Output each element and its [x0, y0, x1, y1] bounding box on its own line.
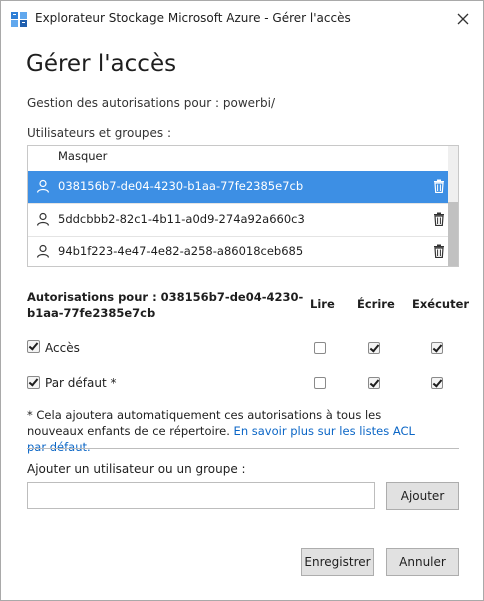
close-button[interactable] [449, 7, 477, 31]
access-write-checkbox[interactable] [368, 342, 380, 354]
manage-access-dialog: Explorateur Stockage Microsoft Azure - G… [0, 0, 484, 601]
window-title: Explorateur Stockage Microsoft Azure - G… [35, 11, 351, 25]
default-read-checkbox[interactable] [314, 377, 326, 389]
user-icon [36, 244, 50, 258]
user-id: 038156b7-de04-4230-b1aa-77fe2385e7cb [58, 179, 304, 193]
section-divider [27, 448, 459, 449]
default-enabled-checkbox[interactable] [27, 376, 40, 389]
azure-storage-explorer-icon [11, 12, 27, 27]
list-item-user-3[interactable]: 94b1f223-4e47-4e82-a258-a86018ceb685 [28, 236, 448, 266]
scrollbar-thumb[interactable] [448, 202, 458, 266]
page-title: Gérer l'accès [26, 51, 177, 77]
list-header-hide[interactable]: Masquer [58, 149, 107, 163]
access-execute-checkbox[interactable] [431, 342, 443, 354]
trash-icon[interactable] [433, 244, 445, 258]
add-button[interactable]: Ajouter [386, 482, 459, 510]
user-id: 5ddcbbb2-82c1-4b11-a0d9-274a92a660c3 [58, 212, 305, 226]
permissions-path-label: Gestion des autorisations pour : powerbi… [27, 96, 275, 110]
default-write-checkbox[interactable] [368, 377, 380, 389]
column-read: Lire [310, 297, 335, 311]
column-execute: Exécuter [412, 297, 470, 311]
default-execute-checkbox[interactable] [431, 377, 443, 389]
user-id: 94b1f223-4e47-4e82-a258-a86018ceb685 [58, 244, 304, 258]
add-user-input[interactable] [27, 482, 375, 509]
list-item-user-1[interactable]: 038156b7-de04-4230-b1aa-77fe2385e7cb [28, 171, 448, 203]
trash-icon[interactable] [433, 179, 445, 193]
title-bar: Explorateur Stockage Microsoft Azure - G… [1, 1, 483, 37]
access-read-checkbox[interactable] [314, 342, 326, 354]
users-groups-label: Utilisateurs et groupes : [27, 126, 172, 140]
save-button[interactable]: Enregistrer [301, 548, 374, 576]
permissions-title: Autorisations pour : 038156b7-de04-4230-… [27, 290, 304, 320]
user-icon [36, 179, 50, 193]
column-write: Écrire [357, 297, 395, 311]
cancel-button[interactable]: Annuler [386, 548, 459, 576]
access-enabled-checkbox[interactable] [27, 340, 40, 353]
user-icon [36, 212, 50, 226]
trash-icon[interactable] [433, 212, 445, 226]
default-label: Par défaut * [45, 376, 117, 390]
close-icon [457, 13, 469, 25]
users-groups-list: Masquer 038156b7-de04-4230-b1aa-77fe2385… [27, 145, 459, 267]
access-label: Accès [45, 341, 80, 355]
list-item-user-2[interactable]: 5ddcbbb2-82c1-4b11-a0d9-274a92a660c3 [28, 204, 448, 236]
add-user-label: Ajouter un utilisateur ou un groupe : [27, 462, 246, 476]
list-scrollbar[interactable] [448, 146, 458, 266]
